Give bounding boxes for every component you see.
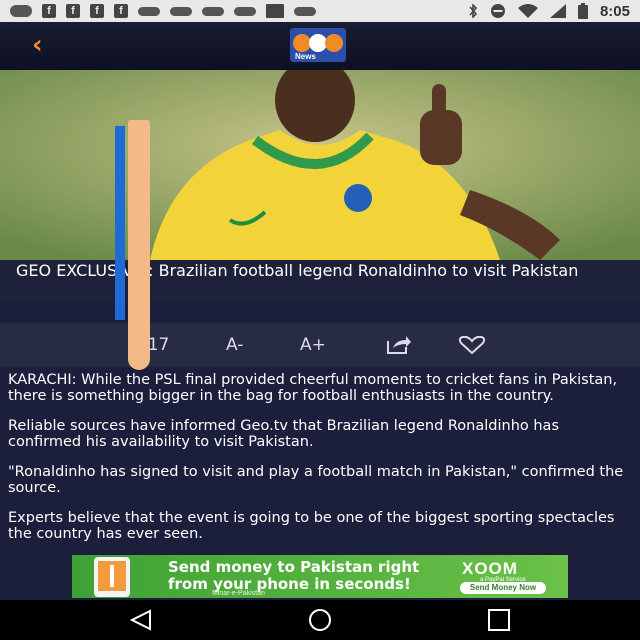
geo-news-logo: News — [290, 28, 346, 62]
blue-overlay-bar — [115, 126, 125, 320]
font-decrease-button[interactable]: A- — [226, 335, 243, 355]
voicemail-icon — [202, 6, 224, 16]
message-icon — [10, 5, 32, 17]
notification-icons: f f f f — [10, 4, 316, 18]
facebook-icon: f — [66, 4, 80, 18]
facebook-icon: f — [114, 4, 128, 18]
voicemail-icon — [294, 6, 316, 16]
article-paragraph: Reliable sources have informed Geo.tv th… — [8, 418, 559, 450]
article-paragraph: "Ronaldinho has signed to visit and play… — [8, 464, 624, 496]
do-not-disturb-icon — [490, 4, 505, 18]
nav-home-icon[interactable] — [306, 608, 334, 632]
font-increase-button[interactable]: A+ — [300, 335, 326, 355]
headline-bar: GEO EXCLUSIVE : Brazilian football legen… — [0, 260, 640, 300]
app-header: ‹ News — [0, 22, 640, 70]
back-chevron-icon[interactable]: ‹ — [32, 30, 43, 60]
voicemail-icon — [138, 6, 160, 16]
logo-text: News — [295, 52, 316, 61]
bluetooth-icon — [469, 4, 478, 18]
wifi-icon — [517, 4, 538, 18]
nav-recents-icon[interactable] — [486, 608, 512, 632]
article-hero-image — [0, 70, 640, 260]
voicemail-icon — [170, 6, 192, 16]
article-body: KARACHI: While the PSL final provided ch… — [8, 372, 628, 556]
article-toolbar: /17 A- A+ — [0, 323, 640, 367]
facebook-icon: f — [90, 4, 104, 18]
voicemail-icon — [234, 6, 256, 16]
clock: 8:05 — [599, 2, 630, 20]
article-paragraph: Experts believe that the event is going … — [8, 510, 615, 542]
ad-cta-button[interactable]: Send Money Now — [460, 582, 546, 594]
article-headline[interactable]: GEO EXCLUSIVE : Brazilian football legen… — [16, 262, 624, 280]
system-nav-bar — [0, 600, 640, 640]
ad-headline-2: from your phone in seconds! — [168, 575, 411, 593]
ad-headline-1: Send money to Pakistan right — [168, 558, 420, 576]
heart-icon[interactable] — [458, 336, 486, 354]
ad-caption: Minar-e-Pakistan — [212, 590, 265, 597]
battery-icon — [577, 3, 588, 19]
ad-banner[interactable]: Send money to Pakistan right from your p… — [72, 555, 568, 598]
player-photo — [0, 70, 640, 260]
article-paragraph: KARACHI: While the PSL final provided ch… — [8, 372, 618, 404]
share-icon[interactable] — [386, 335, 412, 355]
signal-icon — [549, 4, 566, 18]
phone-image-icon — [94, 557, 130, 597]
system-icons: 8:05 — [468, 3, 630, 20]
nav-back-icon[interactable] — [128, 608, 154, 632]
image-icon — [266, 4, 284, 18]
facebook-icon: f — [42, 4, 56, 18]
peach-overlay-shape — [128, 120, 150, 370]
ad-brand-logo: XOOM — [462, 559, 518, 578]
status-bar: f f f f 8:05 — [0, 0, 640, 22]
